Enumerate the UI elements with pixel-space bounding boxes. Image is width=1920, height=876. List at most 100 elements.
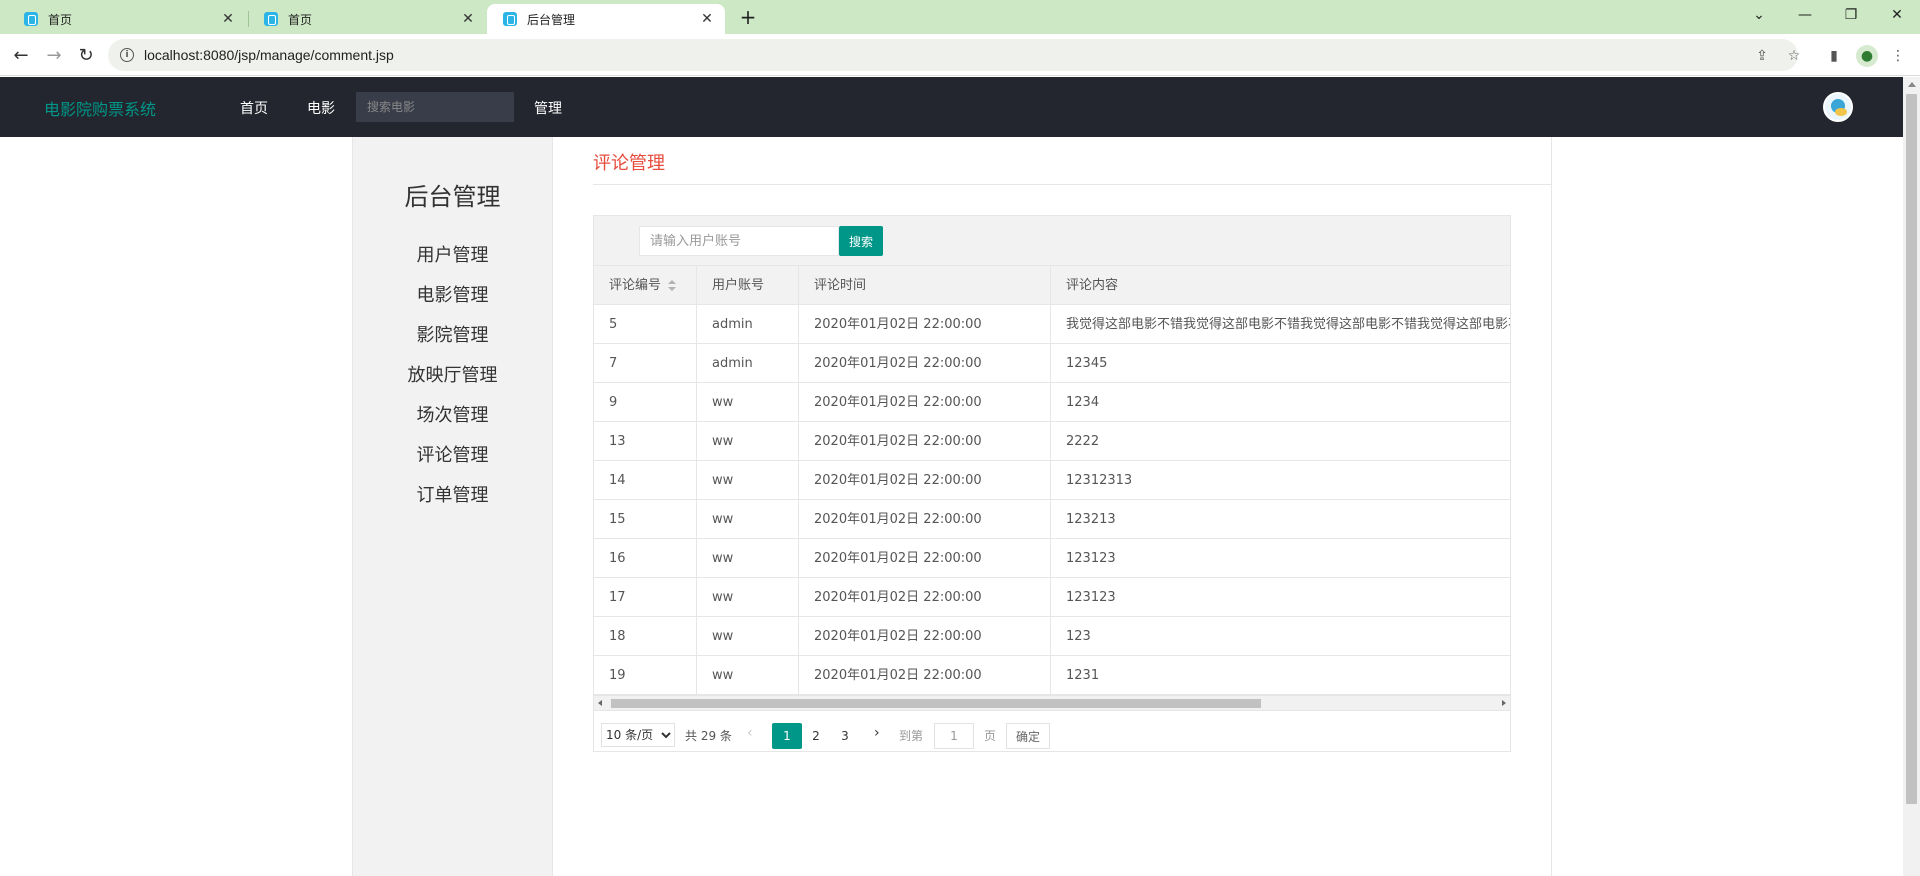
- kebab-menu-icon[interactable]: ⋮: [1888, 46, 1908, 66]
- column-header-user: 用户账号: [697, 266, 799, 305]
- cell-comment-id: 14: [594, 461, 697, 500]
- cell-comment-content: 我觉得这部电影不错我觉得这部电影不错我觉得这部电影不错我觉得这部电影不错我觉得这…: [1066, 317, 1510, 332]
- sort-icon[interactable]: [667, 279, 677, 292]
- forward-arrow-icon[interactable]: →: [41, 42, 67, 68]
- sidebar-title: 后台管理: [404, 183, 501, 211]
- cell-comment-id: 7: [594, 344, 697, 383]
- cell-comment-content: 1231: [1066, 668, 1100, 683]
- page-scrollbar[interactable]: [1903, 77, 1920, 876]
- cell-user-account: ww: [697, 422, 799, 461]
- cell-comment-time: 2020年01月02日 22:00:00: [799, 539, 1051, 578]
- close-icon[interactable]: ✕: [460, 11, 476, 27]
- page-button-1[interactable]: 1: [772, 723, 802, 749]
- browser-tab-home-2[interactable]: 首页 ✕: [248, 4, 486, 34]
- table-row[interactable]: 5 admin 2020年01月02日 22:00:00 我觉得这部电影不错我觉得这部…: [594, 305, 1510, 344]
- page-size-select[interactable]: 10 条/页: [601, 723, 675, 747]
- table-row[interactable]: 15 ww 2020年01月02日 22:00:00 123213: [594, 500, 1510, 539]
- table-row[interactable]: 14 ww 2020年01月02日 22:00:00 12312313: [594, 461, 1510, 500]
- table-horizontal-scrollbar[interactable]: [594, 695, 1510, 710]
- minimize-icon[interactable]: —: [1782, 0, 1828, 30]
- scroll-up-arrow-icon[interactable]: [1908, 82, 1916, 87]
- window-close-icon[interactable]: ✕: [1874, 0, 1920, 30]
- cell-comment-time: 2020年01月02日 22:00:00: [799, 500, 1051, 539]
- search-button[interactable]: 搜索: [839, 226, 883, 256]
- sidebar-item-orders[interactable]: 订单管理: [353, 481, 552, 507]
- restore-icon[interactable]: ❐: [1828, 0, 1874, 30]
- goto-label: 到第: [899, 729, 924, 743]
- sidebar-item-halls[interactable]: 放映厅管理: [353, 361, 552, 387]
- column-header-id[interactable]: 评论编号: [594, 266, 697, 305]
- sidebar-item-users[interactable]: 用户管理: [353, 241, 552, 267]
- cell-comment-id: 5: [594, 305, 697, 344]
- address-bar[interactable]: i localhost:8080/jsp/manage/comment.jsp: [108, 39, 1798, 71]
- table-row[interactable]: 9 ww 2020年01月02日 22:00:00 1234: [594, 383, 1510, 422]
- table-row[interactable]: 7 admin 2020年01月02日 22:00:00 12345: [594, 344, 1510, 383]
- cell-user-account: ww: [697, 383, 799, 422]
- cell-user-account: ww: [697, 500, 799, 539]
- next-page-chevron-icon[interactable]: ›: [874, 725, 880, 741]
- sidebar-item-cinemas[interactable]: 影院管理: [353, 321, 552, 347]
- cell-user-account: ww: [697, 578, 799, 617]
- tab-title: 首页: [48, 12, 73, 27]
- browser-toolbar: ← → ↻ i localhost:8080/jsp/manage/commen…: [0, 34, 1920, 76]
- table-row[interactable]: 16 ww 2020年01月02日 22:00:00 123123: [594, 539, 1510, 578]
- sidebar-item-movies[interactable]: 电影管理: [353, 281, 552, 307]
- site-info-icon[interactable]: i: [120, 48, 134, 62]
- table-row[interactable]: 13 ww 2020年01月02日 22:00:00 2222: [594, 422, 1510, 461]
- scroll-right-arrow-icon[interactable]: [1502, 700, 1506, 706]
- nav-movies-link[interactable]: 电影: [307, 98, 335, 118]
- cell-comment-content: 2222: [1066, 434, 1100, 449]
- profile-icon[interactable]: ●: [1856, 45, 1878, 67]
- user-account-search-input[interactable]: [639, 226, 839, 256]
- tab-title: 后台管理: [527, 12, 576, 27]
- cell-comment-id: 13: [594, 422, 697, 461]
- prev-page-chevron-icon[interactable]: ‹: [747, 725, 753, 741]
- page-button-2[interactable]: 2: [806, 723, 826, 749]
- close-icon[interactable]: ✕: [699, 11, 715, 27]
- tab-search-chevron-icon[interactable]: ⌄: [1736, 0, 1782, 30]
- side-panel-icon[interactable]: ▮: [1824, 46, 1844, 66]
- reload-icon[interactable]: ↻: [73, 42, 99, 68]
- cell-comment-content: 12312313: [1066, 473, 1133, 488]
- share-icon[interactable]: ⇪: [1752, 46, 1772, 66]
- table-row[interactable]: 18 ww 2020年01月02日 22:00:00 123: [594, 617, 1510, 656]
- close-icon[interactable]: ✕: [220, 11, 236, 27]
- site-header: 电影院购票系统 首页 电影 管理: [0, 77, 1903, 137]
- table-header-row: 评论编号 用户账号 评论时间 评论内容: [594, 266, 1510, 305]
- tab-title: 首页: [288, 12, 313, 27]
- horizontal-scroll-thumb[interactable]: [611, 699, 1261, 708]
- content-divider: [1551, 137, 1552, 876]
- user-avatar[interactable]: [1823, 92, 1853, 122]
- scroll-left-arrow-icon[interactable]: [598, 700, 602, 706]
- cell-comment-id: 16: [594, 539, 697, 578]
- movie-search-input[interactable]: [356, 92, 514, 122]
- sidebar-item-comments[interactable]: 评论管理: [353, 441, 552, 467]
- back-arrow-icon[interactable]: ←: [8, 42, 34, 68]
- site-favicon-icon: [264, 12, 278, 26]
- site-logo-text[interactable]: 电影院购票系统: [44, 96, 156, 120]
- bookmark-star-icon[interactable]: ☆: [1784, 46, 1804, 66]
- goto-confirm-button[interactable]: 确定: [1006, 723, 1050, 749]
- column-header-time: 评论时间: [799, 266, 1051, 305]
- browser-tab-home-1[interactable]: 首页 ✕: [8, 4, 246, 34]
- cell-comment-time: 2020年01月02日 22:00:00: [799, 305, 1051, 344]
- browser-tab-admin[interactable]: 后台管理 ✕: [487, 4, 725, 34]
- new-tab-plus-icon[interactable]: +: [736, 5, 760, 29]
- cell-user-account: ww: [697, 461, 799, 500]
- page-button-3[interactable]: 3: [835, 723, 855, 749]
- table-row[interactable]: 19 ww 2020年01月02日 22:00:00 1231: [594, 656, 1510, 695]
- nav-manage-link[interactable]: 管理: [534, 98, 562, 118]
- table-row[interactable]: 17 ww 2020年01月02日 22:00:00 123123: [594, 578, 1510, 617]
- goto-page-input[interactable]: [934, 723, 974, 749]
- cell-comment-time: 2020年01月02日 22:00:00: [799, 617, 1051, 656]
- cell-comment-time: 2020年01月02日 22:00:00: [799, 422, 1051, 461]
- sidebar-item-sessions[interactable]: 场次管理: [353, 401, 552, 427]
- nav-home-link[interactable]: 首页: [240, 98, 268, 118]
- cell-comment-id: 17: [594, 578, 697, 617]
- column-header-content: 评论内容: [1066, 278, 1119, 293]
- scrollbar-thumb[interactable]: [1906, 94, 1917, 804]
- cell-comment-content: 123: [1066, 629, 1091, 644]
- cell-comment-time: 2020年01月02日 22:00:00: [799, 383, 1051, 422]
- comments-table: 搜索 评论编号 用户账号 评论时间 评论内容 5admin2020年01月02日…: [593, 215, 1511, 752]
- cell-user-account: admin: [697, 305, 799, 344]
